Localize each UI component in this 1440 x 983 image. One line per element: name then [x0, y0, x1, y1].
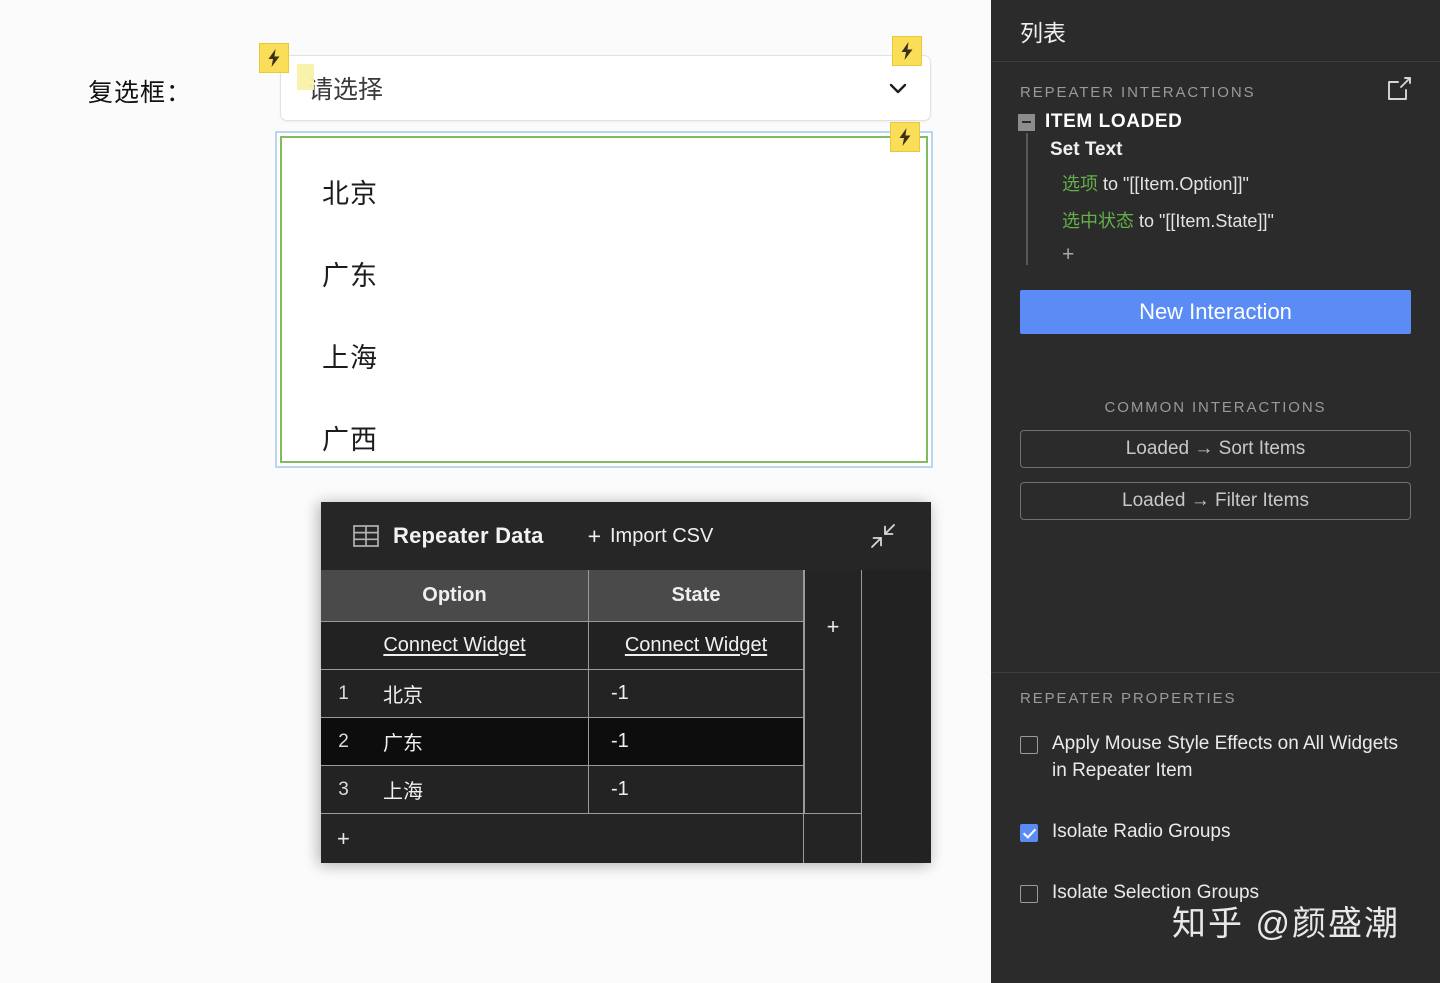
list-item[interactable]: 广东: [322, 254, 378, 293]
repeater-properties-section: REPEATER PROPERTIES Apply Mouse Style Ef…: [991, 672, 1440, 907]
repeater-data-table: Option State Connect Widget Connect Widg…: [321, 570, 931, 863]
event-item-loaded[interactable]: ITEM LOADED: [1018, 111, 1411, 133]
cell-state[interactable]: -1: [589, 778, 629, 801]
action-detail[interactable]: 选中状态 to "[[Item.State]]": [1062, 207, 1411, 233]
import-csv-label: Import CSV: [610, 524, 714, 547]
event-name: ITEM LOADED: [1045, 111, 1183, 132]
table-grid-icon: [353, 525, 379, 547]
select-placeholder: 请选择: [308, 76, 384, 104]
chevron-down-icon[interactable]: [886, 76, 910, 100]
row-number: 3: [338, 778, 349, 800]
select-widget[interactable]: 请选择: [280, 55, 931, 121]
panel-title: 列表: [991, 0, 1440, 62]
checkbox-unchecked-icon[interactable]: [1020, 736, 1038, 754]
column-header-state[interactable]: State: [589, 570, 804, 622]
lightning-bolt-icon[interactable]: [890, 122, 920, 152]
table-row[interactable]: 1 北京: [321, 670, 589, 718]
property-isolate-radio-groups[interactable]: Isolate Radio Groups: [1020, 819, 1411, 846]
lightning-bolt-icon[interactable]: [892, 36, 922, 66]
repeater-data-title: Repeater Data: [393, 523, 544, 548]
section-label-interactions: REPEATER INTERACTIONS: [1020, 84, 1256, 101]
repeater-data-panel: Repeater Data + Import CSV Option State: [321, 502, 931, 863]
action-target: 选项: [1062, 174, 1098, 194]
action-target: 选中状态: [1062, 211, 1134, 231]
common-interaction-sort-items[interactable]: Loaded → Sort Items: [1020, 430, 1411, 468]
property-apply-mouse-style-effects[interactable]: Apply Mouse Style Effects on All Widgets…: [1020, 731, 1411, 785]
new-interaction-button[interactable]: New Interaction: [1020, 290, 1411, 334]
field-label: 复选框：: [88, 79, 193, 107]
list-item[interactable]: 北京: [322, 172, 378, 211]
table-row[interactable]: -1: [589, 766, 804, 814]
section-label-common: COMMON INTERACTIONS: [1104, 399, 1327, 416]
lightning-bolt-icon[interactable]: [259, 43, 289, 73]
app-root: 复选框： 请选择 北京 广东 上海 广西 Repeater Data + Imp…: [0, 0, 1440, 983]
connect-widget-option[interactable]: Connect Widget: [321, 622, 589, 670]
checkbox-checked-icon[interactable]: [1020, 823, 1038, 842]
external-link-icon[interactable]: [1386, 75, 1413, 102]
row-number: 1: [338, 682, 349, 704]
repeater-data-header: Repeater Data + Import CSV: [321, 502, 931, 570]
design-canvas: 复选框： 请选择 北京 广东 上海 广西 Repeater Data + Imp…: [0, 0, 991, 983]
common-interaction-filter-items[interactable]: Loaded → Filter Items: [1020, 482, 1411, 520]
import-csv-button[interactable]: + Import CSV: [587, 522, 714, 549]
repeater-list-selection[interactable]: 北京 广东 上海 广西: [275, 131, 933, 468]
property-label: Isolate Radio Groups: [1052, 820, 1231, 842]
list-item[interactable]: 广西: [322, 418, 378, 457]
action-value: to "[[Item.State]]": [1134, 211, 1274, 231]
inspector-panel: 列表 REPEATER INTERACTIONS ITEM LOADED Set…: [991, 0, 1440, 983]
row-number: 2: [338, 730, 349, 752]
column-header-option[interactable]: Option: [321, 570, 589, 622]
minus-collapse-icon[interactable]: [1018, 113, 1035, 131]
cell-state[interactable]: -1: [589, 682, 629, 705]
add-action-button[interactable]: +: [1062, 244, 1411, 265]
repeater-interactions-section: REPEATER INTERACTIONS ITEM LOADED Set Te…: [991, 62, 1440, 265]
table-row[interactable]: 2 广东: [321, 718, 589, 766]
action-detail[interactable]: 选项 to "[[Item.Option]]": [1062, 170, 1411, 196]
checkbox-unchecked-icon[interactable]: [1020, 884, 1038, 903]
connect-widget-state[interactable]: Connect Widget: [589, 622, 804, 670]
table-row[interactable]: 3 上海: [321, 766, 589, 814]
add-row-filler: [804, 814, 862, 863]
cell-state[interactable]: -1: [589, 730, 629, 753]
add-row-button[interactable]: +: [321, 814, 804, 863]
connect-widget-label: Connect Widget: [624, 634, 768, 656]
repeater-list[interactable]: 北京 广东 上海 广西: [280, 136, 928, 463]
property-label: Apply Mouse Style Effects on All Widgets…: [1052, 733, 1399, 781]
action-value: to "[[Item.Option]]": [1098, 174, 1249, 194]
table-row[interactable]: -1: [589, 718, 804, 766]
add-column-button[interactable]: +: [804, 570, 862, 814]
watermark: 知乎 @颜盛潮: [1172, 905, 1400, 943]
event-actions: Set Text 选项 to "[[Item.Option]]" 选中状态 to…: [1026, 133, 1411, 265]
text-highlight-marker: [297, 64, 314, 90]
collapse-arrows-icon[interactable]: [870, 523, 896, 549]
section-label-properties: REPEATER PROPERTIES: [1020, 690, 1237, 707]
action-set-text[interactable]: Set Text: [1050, 139, 1411, 161]
list-item[interactable]: 上海: [322, 336, 378, 375]
plus-icon: +: [587, 522, 601, 549]
table-row[interactable]: -1: [589, 670, 804, 718]
connect-widget-label: Connect Widget: [383, 634, 526, 656]
